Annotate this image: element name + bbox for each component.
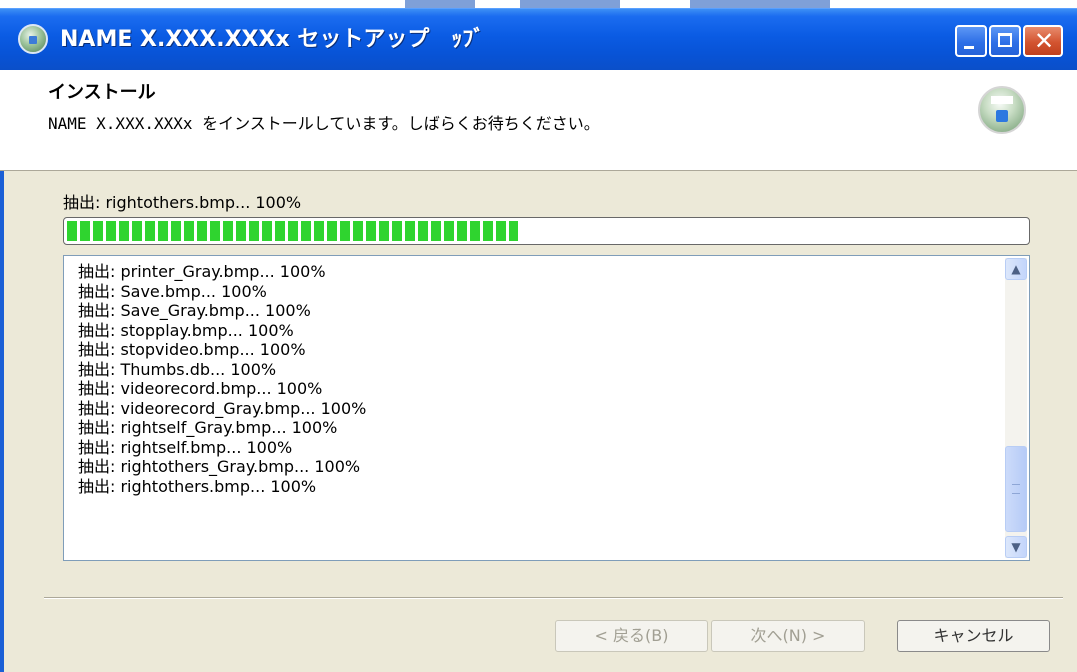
maximize-button[interactable]: [989, 25, 1021, 57]
scroll-thumb[interactable]: [1005, 446, 1027, 532]
background-window-strip: [0, 0, 1077, 8]
log-scrollbar[interactable]: ▲ ▼: [1005, 258, 1027, 558]
grip-icon: [1012, 484, 1020, 494]
minimize-button[interactable]: [955, 25, 987, 57]
extraction-status: 抽出: rightothers.bmp... 100%: [63, 193, 302, 212]
scroll-down-button[interactable]: ▼: [1005, 536, 1027, 558]
log-line: 抽出: rightothers.bmp... 100%: [78, 476, 317, 496]
log-line: 抽出: stopvideo.bmp... 100%: [78, 340, 306, 359]
scroll-up-button[interactable]: ▲: [1005, 258, 1027, 280]
install-progress-bar: [63, 217, 1030, 245]
log-line: 抽出: Thumbs.db... 100%: [78, 359, 277, 379]
window-title: NAME X.XXX.XXXx セットアップ ｯﾌﾞ: [60, 27, 485, 52]
chevron-down-icon: ▼: [1011, 540, 1021, 554]
log-line: 抽出: Save_Gray.bmp... 100%: [78, 301, 311, 320]
log-line: 抽出: rightself.bmp... 100%: [78, 437, 293, 457]
page-subtitle: NAME X.XXX.XXXx をインストールしています。しばらくお待ちください…: [48, 114, 600, 133]
close-icon: ✕: [1033, 27, 1055, 55]
close-button[interactable]: ✕: [1023, 25, 1063, 57]
log-line: 抽出: printer_Gray.bmp... 100%: [78, 262, 326, 281]
install-log[interactable]: 抽出: printer_Gray.bmp... 100% 抽出: Save.bmp…: [63, 255, 1030, 561]
back-button[interactable]: < 戻る(B): [555, 620, 708, 652]
maximize-icon: [998, 33, 1012, 47]
log-list: 抽出: printer_Gray.bmp... 100% 抽出: Save.bmp…: [78, 262, 998, 496]
installer-app-icon[interactable]: [18, 24, 48, 54]
wizard-body: 抽出: rightothers.bmp... 100% 抽出: printer_…: [4, 171, 1077, 672]
log-line: 抽出: videorecord_Gray.bmp... 100%: [78, 398, 367, 418]
footer-divider: [44, 597, 1063, 599]
log-line: 抽出: videorecord.bmp... 100%: [78, 379, 323, 398]
cancel-button[interactable]: キャンセル: [897, 620, 1050, 652]
title-bar[interactable]: NAME X.XXX.XXXx セットアップ ｯﾌﾞ ✕: [0, 8, 1077, 70]
page-title: インストール: [48, 82, 156, 103]
log-line: 抽出: stopplay.bmp... 100%: [78, 320, 294, 340]
next-button[interactable]: 次へ(N) >: [711, 620, 865, 652]
log-line: 抽出: rightself_Gray.bmp... 100%: [78, 418, 338, 437]
log-line: 抽出: Save.bmp... 100%: [78, 281, 267, 301]
progress-fill: [67, 221, 518, 241]
minimize-icon: [964, 46, 974, 49]
log-line: 抽出: rightothers_Gray.bmp... 100%: [78, 457, 361, 476]
chevron-up-icon: ▲: [1011, 262, 1021, 276]
installer-disc-icon: [978, 86, 1026, 134]
wizard-header: インストール NAME X.XXX.XXXx をインストールしています。しばらく…: [0, 70, 1077, 171]
